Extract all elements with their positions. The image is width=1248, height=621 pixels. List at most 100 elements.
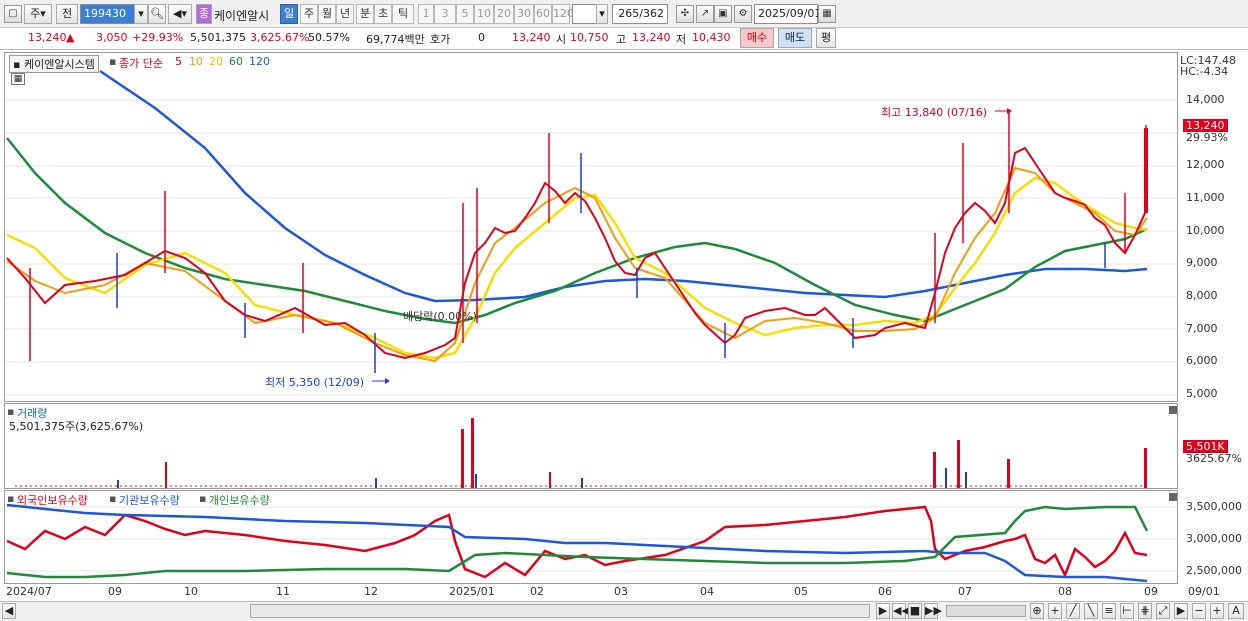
price-chart	[5, 69, 1177, 396]
current-price: 13,240	[512, 31, 551, 44]
zoom-out-icon[interactable]: −	[1192, 603, 1206, 619]
table-icon[interactable]: ▦	[11, 73, 25, 85]
last-candle	[1144, 128, 1148, 213]
crosshair-icon[interactable]: ⊕	[1030, 603, 1044, 619]
high-label: 고	[616, 33, 627, 46]
x-tick: 09	[1144, 585, 1158, 598]
zoom-plus-icon[interactable]: +	[1210, 603, 1224, 619]
total-value: /362	[639, 7, 664, 20]
ma5-line	[6, 146, 1148, 360]
zoom-slider[interactable]	[946, 605, 1026, 617]
institution-holding-line	[6, 503, 1148, 583]
gear-icon[interactable]: ⚙	[734, 5, 752, 23]
holdings-y-tick: 3,500,000	[1186, 500, 1242, 513]
trend-icon[interactable]: ⤢	[1156, 603, 1170, 619]
ma10-label: 10	[189, 55, 203, 68]
tab-year[interactable]: 년	[336, 4, 354, 24]
stock-code-input[interactable]: 199430	[80, 4, 138, 24]
volume-panel[interactable]: ▪ 거래량 5,501,375주(3,625.67%)	[4, 403, 1178, 489]
x-tick: 08	[1058, 585, 1072, 598]
change-pct: +29.93%	[132, 31, 184, 44]
x-tick: 07	[958, 585, 972, 598]
x-tick: 06	[878, 585, 892, 598]
eval-button[interactable]: 평	[816, 28, 836, 48]
stop-icon[interactable]: ■	[908, 603, 922, 619]
holdings-y-tick: 3,000,000	[1186, 532, 1242, 545]
interval-1[interactable]: 1	[418, 4, 434, 24]
hoga-value: 0	[478, 31, 485, 44]
y-tick: 14,000	[1186, 93, 1225, 106]
ma-label: 종가 단순	[119, 57, 163, 70]
holdings-dot-icon: ▪	[199, 492, 207, 505]
search-icon[interactable]: 🔍︎	[148, 4, 166, 24]
interval-5[interactable]: 5	[456, 4, 474, 24]
scroll-left-button[interactable]: ◀	[2, 603, 16, 619]
open-value: 10,750	[570, 31, 609, 44]
stock-label[interactable]: ▪ 케이엔알시스템	[9, 55, 99, 73]
dot-icon: ▪	[13, 58, 21, 71]
open-label: 시	[556, 33, 567, 46]
play-icon[interactable]: ▶	[876, 603, 890, 619]
change-value: 3,050	[96, 31, 128, 44]
zoom-in-icon[interactable]: +	[1048, 603, 1062, 619]
interval-60[interactable]: 60	[534, 4, 552, 24]
close-icon[interactable]	[1169, 493, 1177, 501]
ma120-line	[99, 69, 1148, 303]
volume-dot-icon: ▪	[7, 405, 15, 418]
calendar-icon[interactable]: ▦	[818, 5, 836, 23]
line-tool-icon[interactable]: ╲	[1084, 603, 1098, 619]
date-input[interactable]: 2025/09/01	[754, 4, 821, 24]
interval-3[interactable]: 3	[434, 4, 456, 24]
tab-tick[interactable]: 틱	[392, 4, 414, 24]
stock-label-text: 케이엔알시스템	[23, 58, 95, 71]
interval-30[interactable]: 30	[514, 4, 534, 24]
dropdown-icon[interactable]: ▾	[134, 4, 148, 24]
tab-day[interactable]: 일	[280, 4, 298, 24]
crosshair-icon[interactable]: ✣	[676, 5, 694, 23]
speaker-icon[interactable]: ◀▾	[168, 4, 192, 24]
price-panel[interactable]: ▪ 케이엔알시스템 ▪ 종가 단순 5 10 20 60 120 ▦ 최고 13…	[4, 52, 1178, 402]
x-tick: 12	[364, 585, 378, 598]
period-select[interactable]: 주▾	[24, 4, 52, 24]
channel-icon[interactable]: ⋕	[1138, 603, 1152, 619]
main-toolbar: ▢ 주▾ 전 199430 ▾ 🔍︎ ◀▾ 종 케이엔알시 일 주 월 년 분 …	[0, 0, 1248, 28]
save-icon[interactable]: ▣	[714, 5, 732, 23]
quote-bar: 13,240 ▲ 3,050 +29.93% 5,501,375 3,625.6…	[0, 28, 1248, 50]
line-tool-icon[interactable]: ╱	[1066, 603, 1080, 619]
institution-series-label: 기관보유수량	[119, 494, 180, 507]
ruler-icon[interactable]: ⊢	[1120, 603, 1134, 619]
font-size-icon[interactable]: A	[1228, 603, 1244, 619]
stock-name: 케이엔알시	[214, 9, 270, 23]
hc-label: HC:-4.34	[1180, 65, 1229, 78]
tab-minute[interactable]: 분	[356, 4, 374, 24]
forward-icon[interactable]: ▶▶	[924, 603, 942, 619]
window-icon[interactable]: ▢	[4, 5, 22, 23]
count-display[interactable]: 265/362	[612, 4, 668, 24]
y-tick: 5,000	[1186, 387, 1218, 400]
x-tick: 04	[700, 585, 714, 598]
holdings-panel[interactable]: ▪ 외국인보유수량 ▪ 기관보유수량 ▪ 개인보유수량	[4, 490, 1178, 584]
scroll-right-button[interactable]: ▶	[1174, 603, 1188, 619]
scrollbar-thumb[interactable]	[250, 604, 870, 618]
tab-second[interactable]: 초	[374, 4, 392, 24]
prev-button[interactable]: 전	[56, 4, 78, 24]
interval-120[interactable]: 120	[552, 4, 574, 24]
last-pct-label: 29.93%	[1186, 131, 1228, 144]
holdings-dot-icon: ▪	[109, 492, 117, 505]
period-label: 주	[30, 7, 41, 20]
count-value: 265	[618, 7, 640, 20]
x-tick: 03	[614, 585, 628, 598]
draw-icon[interactable]: ↗	[696, 5, 714, 23]
tab-week[interactable]: 주	[300, 4, 318, 24]
chevron-down-icon[interactable]: ▾	[596, 4, 608, 24]
tab-month[interactable]: 월	[318, 4, 336, 24]
interval-20[interactable]: 20	[494, 4, 514, 24]
fib-tool-icon[interactable]: ≡	[1102, 603, 1116, 619]
buy-button[interactable]: 매수	[740, 28, 774, 48]
close-icon[interactable]	[1169, 406, 1177, 414]
sell-button[interactable]: 매도	[778, 28, 812, 48]
interval-10[interactable]: 10	[474, 4, 494, 24]
amount-value: 69,774백만	[366, 33, 425, 46]
x-tick: 09	[108, 585, 122, 598]
rewind-icon[interactable]: ◀◀	[892, 603, 910, 619]
